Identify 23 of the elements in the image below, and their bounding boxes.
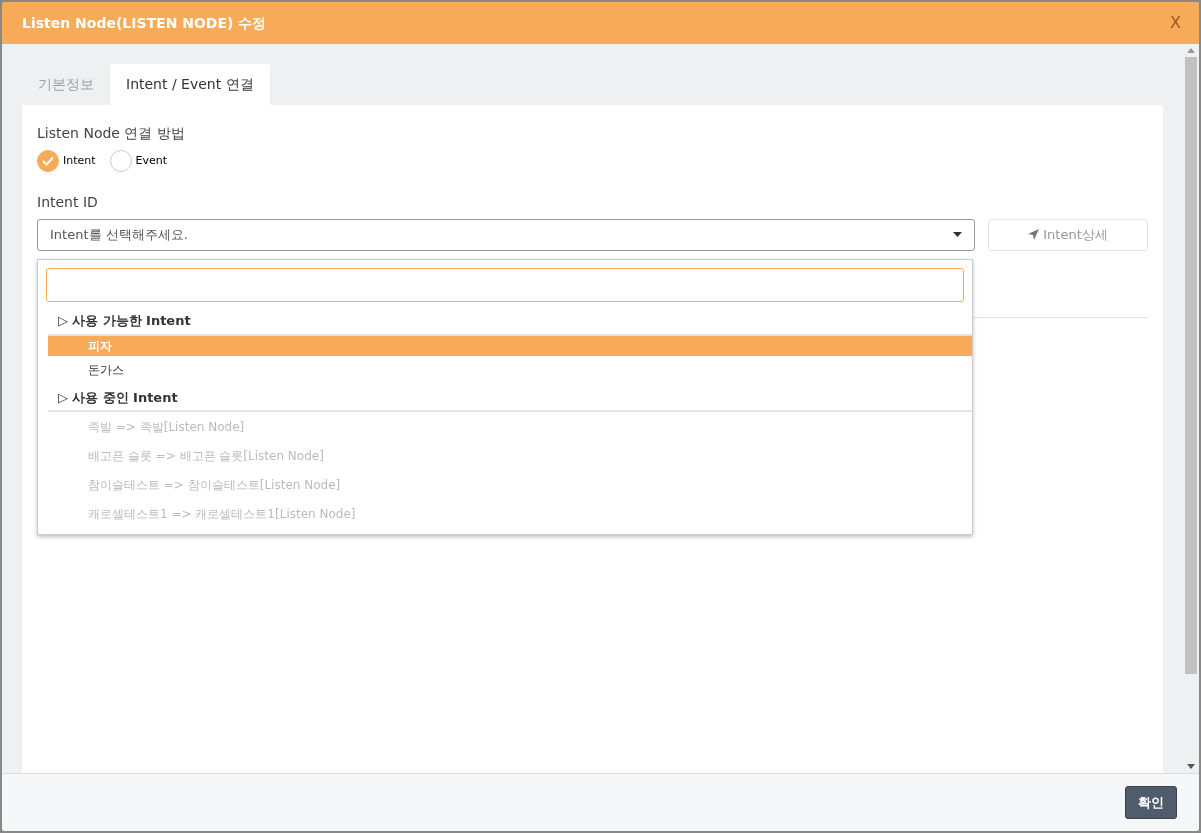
radio-circle[interactable] — [37, 150, 59, 172]
intent-select[interactable]: Intent를 선택해주세요. — [37, 218, 975, 251]
field-label: Listen Node 연결 방법 — [37, 124, 186, 143]
scroll-down-icon[interactable] — [1187, 764, 1195, 769]
navigation-arrow-icon — [1028, 229, 1040, 240]
dialog-title: Listen Node(LISTEN NODE) 수정 — [22, 13, 267, 33]
tab[interactable]: 기본정보 — [22, 64, 110, 105]
radio-option[interactable]: Event — [109, 150, 168, 172]
radio-option[interactable]: Intent — [37, 150, 96, 172]
caret-icon — [953, 232, 962, 237]
select-placeholder: Intent를 선택해주세요. — [50, 225, 188, 244]
confirm-button[interactable]: 확인 — [1125, 785, 1177, 820]
triangle-icon: ▷ — [58, 311, 68, 331]
group-header: 사용 중인 Intent — [72, 388, 178, 407]
dropdown-option[interactable]: 돈가스 — [48, 355, 972, 385]
search-field[interactable] — [46, 268, 964, 302]
scroll-up-icon[interactable] — [1187, 48, 1195, 53]
triangle-icon: ▷ — [58, 387, 68, 407]
dropdown-option[interactable]: 피자 — [48, 335, 972, 356]
tab[interactable]: Intent / Event 연결 — [110, 64, 270, 105]
group-header: 사용 가능한 Intent — [72, 312, 191, 330]
field-label: Intent ID — [37, 192, 99, 212]
close-button[interactable]: X — [1164, 10, 1187, 36]
